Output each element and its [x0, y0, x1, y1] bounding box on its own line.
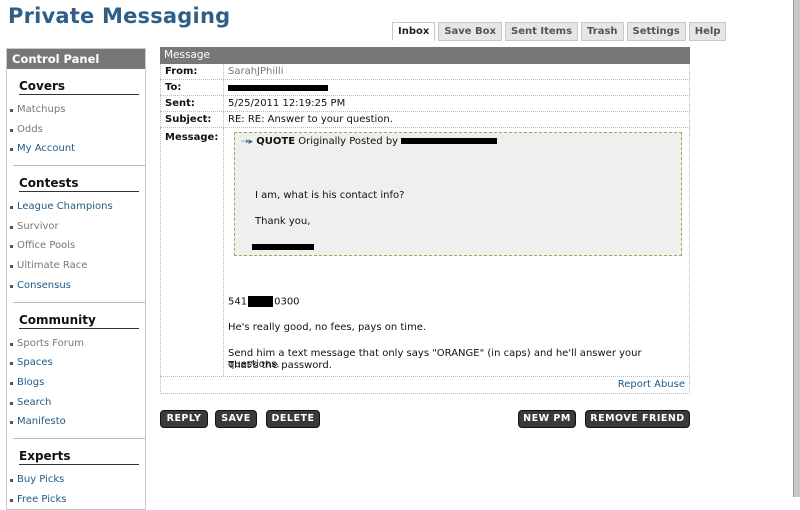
- quote-header: ⇢▸ QUOTE Originally Posted by: [235, 133, 681, 150]
- section-title-contests: Contests: [19, 176, 139, 193]
- save-button[interactable]: SAVE: [215, 410, 257, 428]
- sidebar-item-my-account[interactable]: My Account: [10, 139, 139, 159]
- message-panel: Message From: SarahJPhilli To: Sent: 5/2…: [160, 47, 690, 394]
- sidebar-item-spaces[interactable]: Spaces: [10, 353, 139, 373]
- sidebar-item-survivor[interactable]: Survivor: [10, 217, 139, 237]
- sidebar-item-league-champions[interactable]: League Champions: [10, 197, 139, 217]
- to-row: To:: [160, 80, 690, 96]
- delete-button[interactable]: DELETE: [266, 410, 320, 428]
- quote-prefix: Originally Posted by: [298, 136, 399, 147]
- quote-line-2: Thank you,: [255, 216, 311, 227]
- section-title-experts: Experts: [19, 449, 139, 465]
- new-pm-button[interactable]: NEW PM: [518, 410, 576, 428]
- control-panel-header: Control Panel: [7, 49, 145, 69]
- divider: [13, 437, 145, 439]
- sent-label: Sent:: [160, 96, 224, 111]
- window-edge: [793, 0, 800, 497]
- message-row: Message: ⇢▸ QUOTE Originally Posted by I…: [160, 128, 690, 377]
- sidebar-item-manifesto[interactable]: Manifesto: [10, 412, 139, 432]
- report-abuse-row: Report Abuse: [160, 377, 690, 394]
- from-value[interactable]: SarahJPhilli: [224, 64, 690, 79]
- subject-row: Subject: RE: RE: Answer to your question…: [160, 112, 690, 128]
- subject-label: Subject:: [160, 112, 224, 127]
- quote-block: ⇢▸ QUOTE Originally Posted by I am, what…: [234, 132, 682, 256]
- sidebar-item-free-picks[interactable]: Free Picks: [10, 490, 139, 510]
- sidebar-item-blogs[interactable]: Blogs: [10, 373, 139, 393]
- sent-row: Sent: 5/25/2011 12:19:25 PM: [160, 96, 690, 112]
- section-title-covers: Covers: [19, 79, 139, 95]
- from-label: From:: [160, 64, 224, 79]
- sidebar-item-sports-forum[interactable]: Sports Forum: [10, 334, 139, 354]
- report-abuse-link[interactable]: Report Abuse: [618, 379, 685, 390]
- sidebar-item-office-pools[interactable]: Office Pools: [10, 236, 139, 256]
- sidebar-item-buy-picks[interactable]: Buy Picks: [10, 470, 139, 490]
- tab-help[interactable]: Help: [688, 22, 727, 41]
- sent-value: 5/25/2011 12:19:25 PM: [224, 96, 690, 111]
- quote-arrow-icon: ⇢▸: [241, 137, 254, 147]
- message-line-3: That's the password.: [228, 360, 332, 371]
- phone-suffix: 0300: [274, 296, 300, 308]
- from-row: From: SarahJPhilli: [160, 64, 690, 80]
- section-title-community: Community: [19, 313, 139, 329]
- phone-prefix: 541: [228, 296, 248, 308]
- to-label: To:: [160, 80, 224, 95]
- tab-settings[interactable]: Settings: [626, 22, 686, 41]
- subject-value: RE: RE: Answer to your question.: [224, 112, 690, 127]
- message-panel-header: Message: [160, 47, 690, 64]
- message-body: ⇢▸ QUOTE Originally Posted by I am, what…: [224, 128, 690, 376]
- sidebar-item-matchups[interactable]: Matchups: [10, 100, 139, 120]
- message-line-1: He's really good, no fees, pays on time.: [228, 322, 427, 333]
- redaction-bar: [252, 244, 314, 250]
- tab-trash[interactable]: Trash: [581, 22, 624, 41]
- to-value: [224, 80, 690, 95]
- sidebar-item-search[interactable]: Search: [10, 393, 139, 413]
- redaction-bar: [401, 138, 498, 144]
- remove-friend-button[interactable]: REMOVE FRIEND: [585, 410, 690, 428]
- tab-bar: Inbox Save Box Sent Items Trash Settings…: [392, 22, 727, 41]
- tab-inbox[interactable]: Inbox: [392, 22, 436, 41]
- tab-sent-items[interactable]: Sent Items: [505, 22, 579, 41]
- page-title: Private Messaging: [8, 4, 231, 28]
- sidebar-item-ultimate-race[interactable]: Ultimate Race: [10, 256, 139, 276]
- quote-line-1: I am, what is his contact info?: [255, 190, 405, 201]
- sidebar-item-odds[interactable]: Odds: [10, 120, 139, 140]
- phone-number: 541 0300: [228, 296, 300, 308]
- redaction-bar: [228, 85, 328, 91]
- tab-save-box[interactable]: Save Box: [438, 22, 503, 41]
- message-label: Message:: [160, 128, 224, 376]
- sidebar-item-consensus[interactable]: Consensus: [10, 276, 139, 296]
- divider: [13, 165, 145, 167]
- control-panel-sidebar: Control Panel Covers Matchups Odds My Ac…: [6, 48, 146, 510]
- reply-button[interactable]: REPLY: [160, 410, 208, 428]
- redaction-bar: [248, 296, 274, 307]
- quote-keyword: QUOTE: [256, 136, 296, 147]
- divider: [13, 301, 145, 303]
